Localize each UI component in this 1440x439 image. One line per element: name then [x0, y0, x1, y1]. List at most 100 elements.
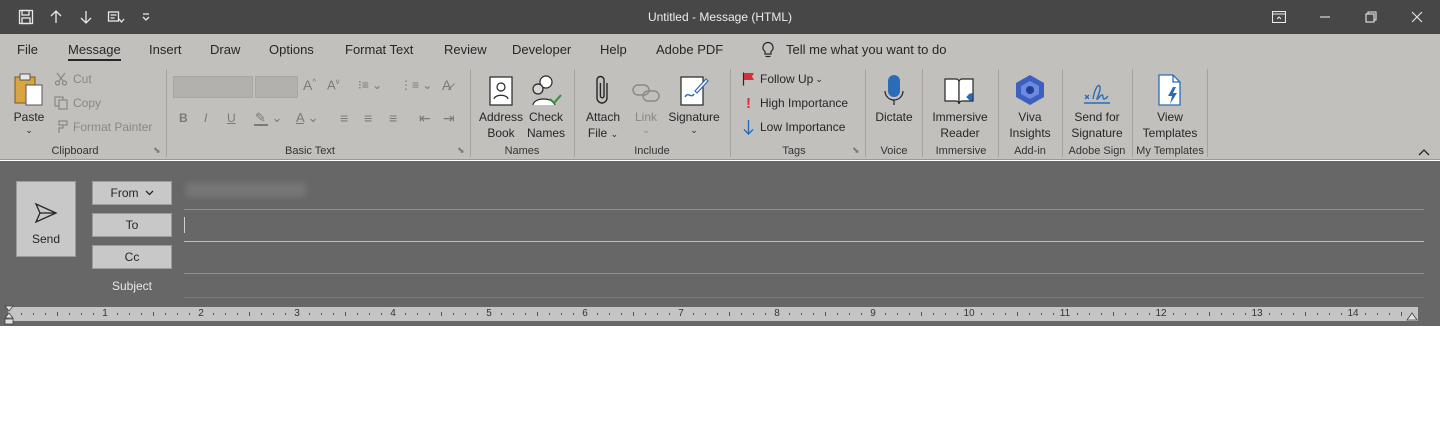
font-family-dropdown[interactable]	[173, 76, 253, 98]
basic-text-launcher-icon[interactable]: ⬊	[457, 145, 465, 156]
cut-button[interactable]: Cut	[54, 69, 92, 89]
clear-formatting-icon[interactable]: A̷	[442, 77, 451, 93]
tab-review[interactable]: Review	[444, 34, 487, 65]
follow-up-label: Follow Up	[760, 72, 814, 86]
cc-button[interactable]: Cc	[92, 245, 172, 269]
tab-format-text[interactable]: Format Text	[345, 34, 413, 65]
subject-input[interactable]	[184, 297, 1424, 298]
link-dropdown-icon: ⌄	[642, 125, 650, 135]
ruler-tick	[261, 313, 262, 315]
to-input[interactable]	[184, 241, 1424, 242]
ruler-tick	[765, 313, 766, 315]
indent-marker-icon[interactable]	[4, 305, 14, 325]
ruler-tick	[1341, 313, 1342, 315]
tab-developer[interactable]: Developer	[512, 34, 571, 65]
to-button[interactable]: To	[92, 213, 172, 237]
tab-draw[interactable]: Draw	[210, 34, 240, 65]
separator	[998, 69, 999, 157]
close-icon[interactable]	[1394, 0, 1440, 34]
align-left-icon[interactable]: ≡	[340, 110, 348, 126]
align-right-icon[interactable]: ≡	[389, 110, 397, 126]
attach-dropdown-icon: ⌄	[610, 129, 619, 139]
high-importance-button[interactable]: ! High Importance	[742, 93, 848, 113]
right-indent-marker-icon[interactable]	[1406, 310, 1418, 324]
bold-button[interactable]: B	[179, 111, 188, 125]
ruler-number: 5	[486, 308, 492, 319]
ruler-tick	[93, 313, 94, 315]
tell-me-search[interactable]: Tell me what you want to do	[760, 34, 946, 65]
save-icon[interactable]	[14, 5, 38, 29]
bullets-icon[interactable]: ⁝≡ ⌄	[358, 78, 382, 92]
tab-insert[interactable]: Insert	[149, 34, 182, 65]
ruler-tick	[705, 313, 706, 315]
highlight-icon[interactable]: ✎ ⌄	[253, 110, 282, 126]
arrow-down-icon[interactable]	[74, 5, 98, 29]
viva-insights-icon	[1004, 67, 1056, 107]
tab-help[interactable]: Help	[600, 34, 627, 65]
follow-up-button[interactable]: Follow Up ⌄	[742, 69, 823, 89]
ruler-tick	[45, 313, 46, 315]
ruler-tick	[909, 313, 910, 315]
send-button[interactable]: Send	[16, 181, 76, 257]
paste-button[interactable]: Paste ⌄	[10, 67, 48, 135]
ribbon-display-options-icon[interactable]	[1256, 0, 1302, 34]
viva-insights-button[interactable]: Viva Insights	[1004, 67, 1056, 141]
ruler-number: 4	[390, 308, 396, 319]
tab-adobe-pdf[interactable]: Adobe PDF	[656, 34, 723, 65]
check-names-icon	[524, 67, 568, 107]
shrink-font-icon[interactable]: Av	[327, 77, 340, 92]
minimize-icon[interactable]	[1302, 0, 1348, 34]
microphone-icon	[872, 67, 916, 107]
ruler-bar[interactable]	[8, 307, 1418, 321]
ruler-tick	[1149, 313, 1150, 315]
immersive-reader-button[interactable]: Immersive Reader	[928, 67, 992, 141]
arrow-up-icon[interactable]	[44, 5, 68, 29]
increase-indent-icon[interactable]: ⇥	[443, 110, 455, 127]
tab-file[interactable]: File	[17, 34, 38, 65]
numbering-icon[interactable]: ⋮≡ ⌄	[400, 78, 432, 92]
paste-dropdown-icon[interactable]: ⌄	[10, 125, 48, 135]
separator	[922, 69, 923, 157]
ruler-tick	[1269, 313, 1270, 315]
customize-icon[interactable]	[104, 5, 128, 29]
underline-button[interactable]: U	[227, 111, 236, 125]
clipboard-launcher-icon[interactable]: ⬊	[153, 145, 161, 156]
ruler-number: 12	[1155, 308, 1167, 319]
ruler-tick	[837, 313, 838, 315]
view-templates-label-2: Templates	[1142, 126, 1198, 140]
restore-icon[interactable]	[1348, 0, 1394, 34]
from-button[interactable]: From	[92, 181, 172, 205]
ruler-tick	[1365, 313, 1366, 315]
tab-message[interactable]: Message	[68, 34, 121, 65]
chevron-down-icon[interactable]	[134, 5, 158, 29]
decrease-indent-icon[interactable]: ⇤	[419, 110, 431, 127]
send-for-signature-button[interactable]: Send for Signature	[1066, 67, 1128, 141]
ruler-number: 10	[963, 308, 975, 319]
font-size-dropdown[interactable]	[255, 76, 298, 98]
link-button[interactable]: Link ⌄	[626, 67, 666, 135]
check-names-button[interactable]: Check Names	[524, 67, 568, 141]
attach-file-button[interactable]: Attach File ⌄	[582, 67, 624, 142]
address-book-button[interactable]: Address Book	[478, 67, 524, 141]
low-importance-button[interactable]: Low Importance	[742, 117, 845, 137]
align-center-icon[interactable]: ≡	[364, 110, 372, 126]
ruler-tick	[1017, 312, 1018, 316]
grow-font-icon[interactable]: A^	[303, 77, 316, 93]
italic-button[interactable]: I	[204, 111, 207, 125]
ruler-tick	[381, 313, 382, 315]
cc-input[interactable]	[184, 273, 1424, 274]
subject-label: Subject	[111, 279, 153, 293]
copy-button[interactable]: Copy	[54, 93, 101, 113]
format-painter-button[interactable]: Format Painter	[54, 117, 152, 137]
ruler-tick	[1005, 313, 1006, 315]
view-templates-button[interactable]: View Templates	[1138, 67, 1202, 141]
signature-button[interactable]: Signature ⌄	[666, 67, 722, 135]
dictate-button[interactable]: Dictate	[872, 67, 916, 125]
tags-launcher-icon[interactable]: ⬊	[852, 145, 860, 156]
tab-options[interactable]: Options	[269, 34, 314, 65]
ruler-tick	[189, 313, 190, 315]
low-importance-label: Low Importance	[760, 120, 846, 134]
collapse-ribbon-icon[interactable]	[1418, 145, 1430, 159]
font-color-icon[interactable]: A ⌄	[296, 110, 318, 126]
send-label: Send	[31, 232, 61, 246]
